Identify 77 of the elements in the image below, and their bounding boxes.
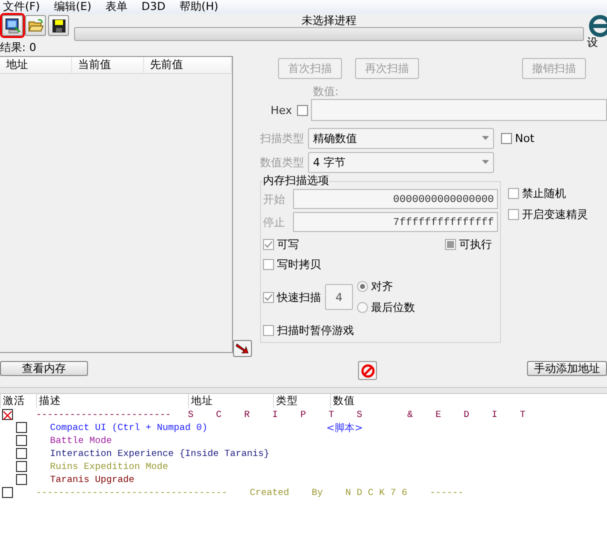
menu-item[interactable]: 表单: [105, 0, 128, 14]
radio-label: 最后位数: [371, 300, 415, 315]
pause-game-label: 扫描时暂停游戏: [277, 322, 354, 338]
caret-icon: [482, 160, 489, 164]
results-count: 结果: 0: [0, 42, 36, 54]
select-process-button[interactable]: [2, 15, 23, 36]
start-address-field[interactable]: 0000000000000000: [293, 189, 498, 209]
checkbox[interactable]: [16, 448, 27, 459]
column-header[interactable]: 先前值: [144, 57, 232, 73]
column-header[interactable]: 地址: [0, 57, 72, 73]
checkbox[interactable]: [2, 487, 13, 498]
value-label: 数值:: [313, 86, 340, 98]
column-header[interactable]: 类型: [273, 394, 330, 408]
hex-label: Hex: [270, 104, 293, 116]
column-header[interactable]: 数值: [330, 394, 430, 408]
menu-item[interactable]: 文件(F): [3, 0, 40, 14]
save-button[interactable]: [48, 15, 69, 36]
writable-label: 可写: [277, 236, 299, 252]
checkbox[interactable]: [501, 132, 512, 144]
entry-description[interactable]: ------------------------ S C R I P T S & E D I T: [36, 409, 526, 420]
checkbox[interactable]: [263, 324, 274, 336]
scan-type-dropdown[interactable]: 精确数值: [308, 128, 494, 148]
copy-on-write-label: 写时拷贝: [277, 256, 321, 272]
menu-item[interactable]: 编辑(E): [54, 0, 92, 14]
start-label: 开始: [263, 192, 286, 206]
checkbox[interactable]: [16, 422, 27, 433]
column-header[interactable]: 描述: [36, 394, 188, 408]
view-memory-button[interactable]: 查看内存: [0, 361, 88, 376]
value-input[interactable]: [311, 99, 607, 121]
scan-type-label: 扫描类型: [260, 130, 305, 146]
column-header[interactable]: 地址: [188, 394, 273, 408]
add-address-button[interactable]: 手动添加地址: [527, 361, 607, 376]
checkbox[interactable]: [508, 188, 519, 199]
stop-address-field[interactable]: 7fffffffffffffff: [293, 212, 498, 232]
entry-description[interactable]: Compact UI (Ctrl + Numpad 0): [50, 422, 208, 433]
checkbox[interactable]: [263, 238, 274, 250]
value-type-label: 数值类型: [260, 154, 305, 170]
fast-scan-label: 快速扫描: [277, 290, 321, 304]
add-to-list-button[interactable]: [233, 340, 252, 357]
caret-icon: [482, 136, 489, 140]
option-label: 开启变速精灵: [522, 207, 588, 222]
radio-button[interactable]: [357, 281, 368, 292]
checkbox[interactable]: [263, 292, 274, 302]
prohibited-icon: [360, 364, 374, 378]
radio-label: 对齐: [371, 279, 393, 294]
checkbox[interactable]: [297, 104, 308, 116]
stop-label: 停止: [263, 214, 286, 230]
not-label: Not: [515, 132, 534, 144]
radio-button[interactable]: [357, 302, 368, 313]
checkbox[interactable]: [445, 238, 456, 250]
checkbox[interactable]: [16, 461, 27, 472]
entry-description[interactable]: Taranis Upgrade: [50, 474, 134, 485]
folder-icon: [28, 18, 44, 32]
menu-item[interactable]: D3D: [141, 0, 166, 14]
stop-button[interactable]: [358, 361, 377, 380]
group-title: 内存扫描选项: [263, 175, 329, 187]
menu-item[interactable]: 帮助(H): [179, 0, 218, 14]
arrow-icon: [236, 343, 249, 354]
process-title: 未选择进程: [302, 15, 356, 27]
checkbox[interactable]: [263, 258, 274, 270]
alignment-field[interactable]: 4: [325, 284, 353, 310]
checkbox[interactable]: [2, 409, 13, 420]
column-header[interactable]: 当前值: [72, 57, 144, 73]
checkbox[interactable]: [508, 209, 519, 220]
entry-description[interactable]: Interaction Experience {Inside Taranis}: [50, 448, 270, 459]
entry-description[interactable]: Battle Mode: [50, 435, 112, 446]
executable-label: 可执行: [459, 236, 492, 252]
checkbox[interactable]: [16, 435, 27, 446]
splitter-handle[interactable]: [0, 387, 607, 394]
entry-value: <脚本>: [326, 422, 363, 434]
computer-icon: [4, 18, 20, 34]
settings-label[interactable]: 设: [587, 37, 598, 48]
option-label: 禁止随机: [522, 186, 566, 201]
open-button[interactable]: [25, 15, 46, 36]
column-header[interactable]: 激活: [0, 394, 36, 408]
checkbox[interactable]: [16, 474, 27, 485]
value-type-dropdown[interactable]: 4 字节: [308, 152, 494, 172]
